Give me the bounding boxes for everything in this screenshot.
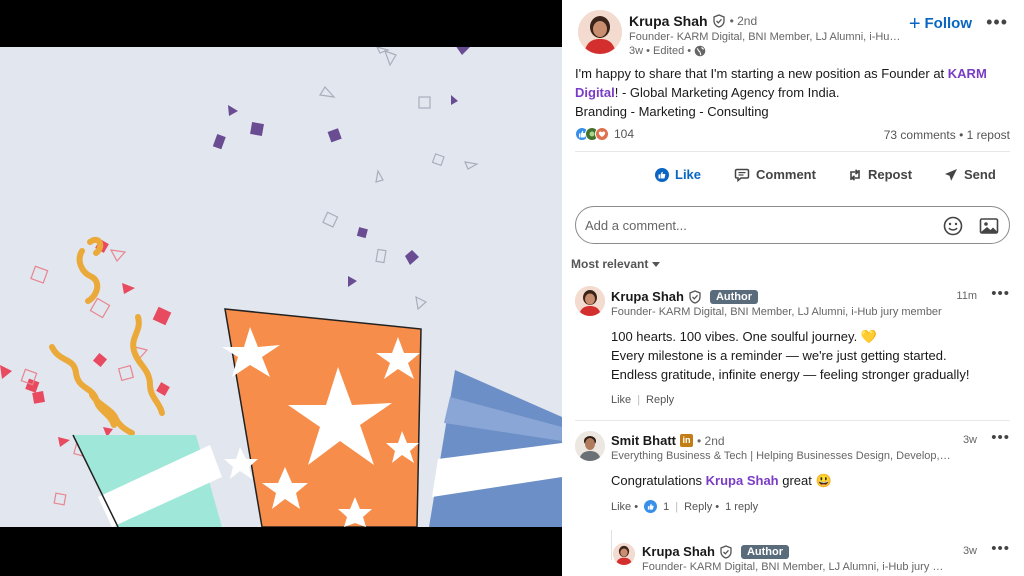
commenter-name-text[interactable]: Krupa Shah (611, 289, 684, 304)
follow-button[interactable]: + Follow (908, 12, 973, 35)
comment-text: Congratulations Krupa Shah great 😃 (611, 471, 1001, 490)
comment-icon (734, 168, 750, 182)
send-icon (945, 168, 957, 181)
like-reaction-icon (644, 500, 658, 513)
commenter-name-text[interactable]: Smit Bhatt (611, 433, 676, 448)
divider (575, 151, 1010, 152)
replier-name-text[interactable]: Krupa Shah (642, 544, 715, 559)
comment-like-count: 1 (663, 500, 670, 513)
sort-comments-dropdown[interactable]: Most relevant (571, 257, 661, 271)
replier-headline: Founder- KARM Digital, BNI Member, LJ Al… (642, 561, 952, 573)
mention-link[interactable]: Krupa Shah (706, 473, 779, 488)
post-text-services: Branding - Marketing - Consulting (575, 104, 769, 119)
comment-item: Smit Bhatt in • 2nd Everything Business … (562, 429, 1024, 530)
connection-degree: • 2nd (729, 14, 758, 28)
commenter-avatar[interactable] (575, 431, 605, 461)
comment-actions: Like • 1 | Reply • 1 reply (611, 500, 758, 513)
commenter-headline: Everything Business & Tech | Helping Bus… (611, 450, 951, 462)
post-text-intro: I'm happy to share that I'm starting a n… (575, 66, 948, 81)
post-meta: 3w • Edited • (629, 45, 706, 57)
comment-more-options-button[interactable]: ••• (991, 429, 1010, 446)
like-button[interactable]: Like (655, 167, 701, 182)
add-comment-box (575, 206, 1010, 244)
repost-label: Repost (868, 167, 913, 182)
follow-label: Follow (924, 15, 973, 32)
globe-icon (694, 45, 706, 57)
post-time: 3w • Edited • (629, 45, 692, 57)
caret-down-icon (652, 261, 661, 267)
author-badge: Author (740, 544, 790, 559)
comment-actions: Like | Reply (611, 394, 674, 406)
post-action-bar: Like Comment Repost Send (562, 162, 1024, 192)
comments-reposts-count[interactable]: 73 comments • 1 repost (884, 128, 1010, 142)
love-reaction-icon (595, 127, 609, 141)
repost-icon (850, 168, 860, 181)
comment-text-end: great 😃 (778, 473, 832, 488)
post-image[interactable] (0, 0, 562, 576)
comment-time: 11m (956, 290, 977, 302)
commenter-avatar[interactable] (575, 286, 605, 316)
image-icon (979, 218, 999, 234)
comment-label: Comment (756, 167, 816, 182)
post-header: Krupa Shah • 2nd Founder- KARM Digital, … (576, 10, 1014, 60)
author-name[interactable]: Krupa Shah • 2nd (629, 13, 757, 29)
reply-time: 3w (962, 545, 977, 557)
celebration-illustration (0, 47, 562, 527)
replier-name[interactable]: Krupa Shah Author (642, 544, 790, 559)
verified-shield-icon (689, 289, 701, 304)
post-body: I'm happy to share that I'm starting a n… (575, 64, 995, 121)
plus-icon: + (908, 12, 921, 35)
comment-like-button[interactable]: Like (611, 394, 631, 406)
verified-shield-icon (720, 544, 732, 559)
comment-line: Every milestone is a reminder — we're ju… (611, 348, 947, 363)
author-name-text[interactable]: Krupa Shah (629, 13, 708, 29)
commenter-name[interactable]: Krupa Shah Author (611, 289, 759, 304)
reactions-summary[interactable]: 104 (575, 127, 634, 141)
send-label: Send (964, 167, 996, 182)
separator: | (675, 500, 679, 513)
like-icon (655, 167, 669, 182)
author-headline: Founder- KARM Digital, BNI Member, LJ Al… (629, 31, 904, 43)
linkedin-premium-icon: in (680, 434, 693, 447)
comment-input[interactable] (585, 216, 925, 234)
post-more-options-button[interactable]: ••• (986, 12, 1008, 33)
add-image-button[interactable] (978, 215, 1000, 237)
reply-item: Krupa Shah Author Founder- KARM Digital,… (562, 540, 1024, 576)
separator: | (637, 394, 641, 406)
commenter-name[interactable]: Smit Bhatt in • 2nd (611, 433, 725, 448)
comment-text-intro: Congratulations (611, 473, 706, 488)
comment-item: Krupa Shah Author Founder- KARM Digital,… (562, 285, 1024, 411)
repost-button[interactable]: Repost (848, 167, 912, 182)
sort-label: Most relevant (571, 257, 649, 271)
comment-text: 100 hearts. 100 vibes. One soulful journ… (611, 327, 1001, 384)
post-text-tagline: ! - Global Marketing Agency from India. (614, 85, 840, 100)
send-button[interactable]: Send (944, 167, 996, 182)
comment-time: 3w (962, 434, 977, 446)
like-label: Like (675, 167, 702, 182)
post-detail-panel: Krupa Shah • 2nd Founder- KARM Digital, … (562, 0, 1024, 576)
author-avatar[interactable] (578, 10, 622, 54)
replier-avatar[interactable] (613, 543, 635, 565)
reply-more-options-button[interactable]: ••• (991, 540, 1010, 557)
connection-degree: • 2nd (697, 433, 725, 448)
social-counts: 104 73 comments • 1 repost (575, 127, 1010, 145)
emoji-button[interactable] (942, 215, 964, 237)
divider (575, 420, 1010, 421)
view-replies-link[interactable]: 1 reply (725, 501, 758, 513)
author-badge: Author (709, 289, 759, 304)
comment-like-button[interactable]: Like • (611, 501, 638, 513)
comment-line: Endless gratitude, infinite energy — fee… (611, 367, 970, 382)
comment-more-options-button[interactable]: ••• (991, 285, 1010, 302)
emoji-icon (943, 216, 963, 236)
comment-line: 100 hearts. 100 vibes. One soulful journ… (611, 329, 877, 344)
comment-reply-button[interactable]: Reply (646, 394, 674, 406)
commenter-headline: Founder- KARM Digital, BNI Member, LJ Al… (611, 306, 942, 318)
verified-shield-icon (712, 14, 725, 28)
reaction-count: 104 (614, 127, 635, 141)
comment-reply-button[interactable]: Reply • (684, 501, 719, 513)
